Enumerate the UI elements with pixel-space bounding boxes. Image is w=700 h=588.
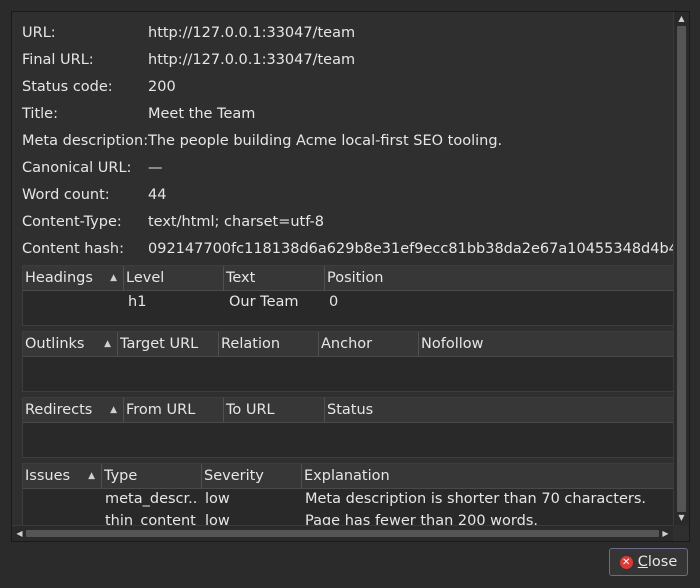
headings-table: Headings ▲ Level Text Position h1 Our Te…	[22, 265, 673, 326]
field-status-code-label: Status code:	[22, 79, 113, 95]
sort-up-icon: ▲	[88, 471, 95, 481]
field-word-count-label: Word count:	[22, 187, 110, 203]
issue-type-cell: meta_descr...	[105, 491, 199, 507]
heading-level-cell: h1	[128, 294, 147, 310]
heading-text-cell: Our Team	[229, 294, 299, 310]
field-canonical-url-label: Canonical URL:	[22, 160, 132, 176]
issues-table: Issues ▲ Type Severity Explanation meta_…	[22, 463, 673, 525]
sort-up-icon: ▲	[110, 405, 117, 415]
field-meta-description-value: The people building Acme local-first SEO…	[148, 133, 503, 149]
issue-severity-cell: low	[205, 491, 230, 507]
outlinks-col-nofollow[interactable]: Nofollow	[419, 332, 673, 356]
outlinks-table: Outlinks ▲ Target URL Relation Anchor No…	[22, 331, 673, 392]
field-url-label: URL:	[22, 25, 56, 41]
scroll-corner	[674, 526, 689, 541]
close-button[interactable]: ✕ Close	[609, 548, 688, 576]
close-mnemonic: C	[637, 554, 648, 570]
field-canonical-url-value: —	[148, 160, 163, 176]
redirects-col-status[interactable]: Status	[325, 398, 673, 422]
horizontal-scroll-thumb[interactable]	[26, 530, 659, 537]
outlinks-col-relation[interactable]: Relation	[219, 332, 319, 356]
scroll-down-icon[interactable]: ▼	[674, 511, 689, 525]
column-label: Redirects	[25, 402, 93, 418]
redirects-col-from-url[interactable]: From URL	[124, 398, 224, 422]
column-label: Outlinks	[25, 336, 85, 352]
outlinks-col-outlinks[interactable]: Outlinks ▲	[23, 332, 118, 356]
issue-type-cell: thin_content	[105, 513, 196, 525]
vertical-scrollbar[interactable]: ▲ ▼	[673, 12, 689, 525]
redirects-col-to-url[interactable]: To URL	[224, 398, 325, 422]
close-button-label: Close	[638, 554, 678, 570]
issues-table-header: Issues ▲ Type Severity Explanation	[23, 464, 673, 489]
outlinks-col-anchor[interactable]: Anchor	[319, 332, 419, 356]
issues-col-issues[interactable]: Issues ▲	[23, 464, 102, 488]
details-viewport: URL: http://127.0.0.1:33047/team Final U…	[12, 12, 673, 525]
vertical-scroll-thumb[interactable]	[677, 26, 686, 512]
close-icon: ✕	[619, 555, 633, 569]
close-label-rest: lose	[647, 554, 678, 570]
headings-table-header: Headings ▲ Level Text Position	[23, 266, 673, 291]
field-title-value: Meet the Team	[148, 106, 256, 122]
issue-explanation-cell: Meta description is shorter than 70 char…	[305, 491, 647, 507]
scroll-up-icon[interactable]: ▲	[674, 12, 689, 26]
column-label: Issues	[25, 468, 71, 484]
issues-col-type[interactable]: Type	[102, 464, 202, 488]
headings-col-level[interactable]: Level	[124, 266, 224, 290]
headings-col-position[interactable]: Position	[325, 266, 673, 290]
field-content-hash-label: Content hash:	[22, 241, 124, 257]
scroll-right-icon[interactable]: ▶	[658, 527, 673, 541]
heading-position-cell: 0	[329, 294, 339, 310]
issues-col-severity[interactable]: Severity	[202, 464, 302, 488]
field-url-value: http://127.0.0.1:33047/team	[148, 25, 356, 41]
field-word-count-value: 44	[148, 187, 167, 203]
field-meta-description-label: Meta description:	[22, 133, 149, 149]
headings-col-text[interactable]: Text	[224, 266, 325, 290]
field-status-code-value: 200	[148, 79, 176, 95]
sort-up-icon: ▲	[110, 273, 117, 283]
column-label: Headings	[25, 270, 93, 286]
sort-up-icon: ▲	[104, 339, 111, 349]
outlinks-col-target-url[interactable]: Target URL	[118, 332, 219, 356]
scroll-left-icon[interactable]: ◀	[12, 527, 27, 541]
headings-col-headings[interactable]: Headings ▲	[23, 266, 124, 290]
field-content-type-label: Content-Type:	[22, 214, 122, 230]
field-title-label: Title:	[22, 106, 58, 122]
horizontal-scrollbar[interactable]: ◀ ▶	[12, 525, 673, 541]
field-final-url-label: Final URL:	[22, 52, 94, 68]
field-content-hash-value: 092147700fc118138d6a629b8e31ef9ecc81bb38…	[148, 241, 673, 257]
issue-severity-cell: low	[205, 513, 230, 525]
field-final-url-value: http://127.0.0.1:33047/team	[148, 52, 356, 68]
redirects-table: Redirects ▲ From URL To URL Status	[22, 397, 673, 458]
outlinks-table-header: Outlinks ▲ Target URL Relation Anchor No…	[23, 332, 673, 357]
redirects-col-redirects[interactable]: Redirects ▲	[23, 398, 124, 422]
issues-col-explanation[interactable]: Explanation	[302, 464, 673, 488]
issue-explanation-cell: Page has fewer than 200 words.	[305, 513, 538, 525]
details-panel: URL: http://127.0.0.1:33047/team Final U…	[11, 11, 690, 542]
redirects-table-header: Redirects ▲ From URL To URL Status	[23, 398, 673, 423]
field-content-type-value: text/html; charset=utf-8	[148, 214, 324, 230]
